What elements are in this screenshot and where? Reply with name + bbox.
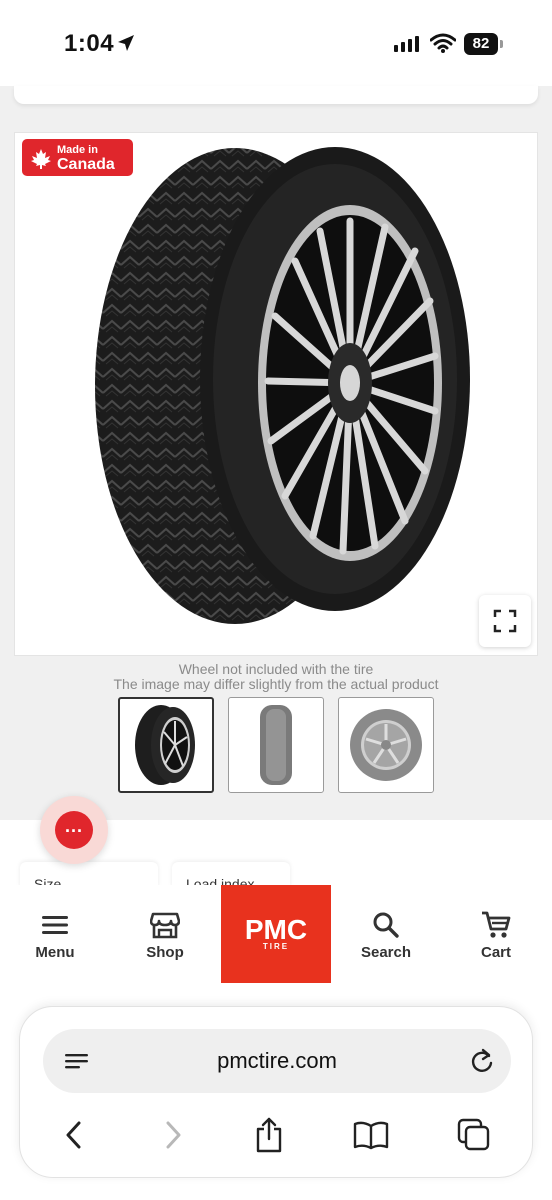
- wheel-notice: Wheel not included with the tire: [178, 661, 374, 677]
- tire-illustration: [95, 147, 470, 624]
- expand-icon: [493, 609, 517, 633]
- status-bar: 1:04 82: [0, 0, 552, 86]
- tire-tread-thumbnail: [260, 705, 292, 785]
- browser-panel: pmctire.com: [19, 1006, 533, 1178]
- maple-leaf-icon: [31, 149, 51, 169]
- address-bar[interactable]: pmctire.com: [43, 1029, 511, 1093]
- nav-search-label: Search: [360, 944, 412, 961]
- reload-icon[interactable]: [469, 1047, 495, 1075]
- nav-menu-label: Menu: [35, 944, 75, 961]
- chat-bubble-icon: ...: [55, 811, 93, 849]
- svg-text:PMC: PMC: [245, 917, 307, 945]
- bookmarks-button[interactable]: [351, 1115, 391, 1155]
- fullscreen-button[interactable]: [479, 595, 531, 647]
- share-icon: [256, 1117, 282, 1153]
- thumbnail-gallery: [118, 697, 434, 793]
- wifi-icon: [430, 33, 456, 53]
- thumbnail-tire-side-view[interactable]: [338, 697, 434, 793]
- url-text: pmctire.com: [217, 1048, 337, 1073]
- nav-menu[interactable]: Menu: [15, 908, 95, 961]
- back-button[interactable]: [54, 1115, 94, 1155]
- svg-text:TIRE: TIRE: [263, 942, 289, 951]
- tire-with-wheel-thumbnail: [135, 705, 195, 785]
- nav-cart[interactable]: Cart: [456, 908, 536, 961]
- thumbnail-tire-tread-view[interactable]: [228, 697, 324, 793]
- share-button[interactable]: [249, 1115, 289, 1155]
- bottom-navigation: Menu Shop PMC TIRE Search Cart: [0, 885, 552, 1005]
- nav-cart-label: Cart: [480, 944, 511, 961]
- browser-toolbar: pmctire.com: [0, 990, 552, 1200]
- book-icon: [353, 1121, 389, 1150]
- nav-shop-label: Shop: [146, 944, 184, 961]
- forward-button[interactable]: [153, 1115, 193, 1155]
- tire-side-thumbnail: [350, 709, 422, 781]
- previous-section-card: [14, 86, 538, 104]
- tabs-button[interactable]: [454, 1115, 494, 1155]
- thumbnail-tire-with-wheel[interactable]: [118, 697, 214, 793]
- hamburger-icon: [42, 916, 68, 934]
- chat-dots: ...: [64, 816, 83, 836]
- battery-tip: [500, 40, 503, 48]
- status-time: 1:04: [64, 30, 115, 57]
- battery-level: 82: [464, 33, 498, 55]
- nav-shop[interactable]: Shop: [125, 908, 205, 961]
- location-arrow-icon: [118, 35, 134, 51]
- tabs-icon: [457, 1118, 490, 1151]
- image-disclaimer: The image may differ slightly from the a…: [113, 676, 439, 692]
- pmc-logo-mark: PMC TIRE: [245, 917, 307, 951]
- chat-button[interactable]: ...: [40, 796, 108, 864]
- nav-search[interactable]: Search: [346, 908, 426, 961]
- pmc-tire-logo[interactable]: PMC TIRE: [221, 885, 331, 983]
- cart-icon: [482, 911, 511, 938]
- product-image[interactable]: Made in Canada: [14, 132, 538, 656]
- cellular-signal-icon: [394, 36, 419, 52]
- chevron-right-icon: [166, 1121, 181, 1149]
- search-icon: [373, 912, 399, 938]
- chevron-left-icon: [66, 1121, 81, 1149]
- storefront-icon: [150, 912, 180, 939]
